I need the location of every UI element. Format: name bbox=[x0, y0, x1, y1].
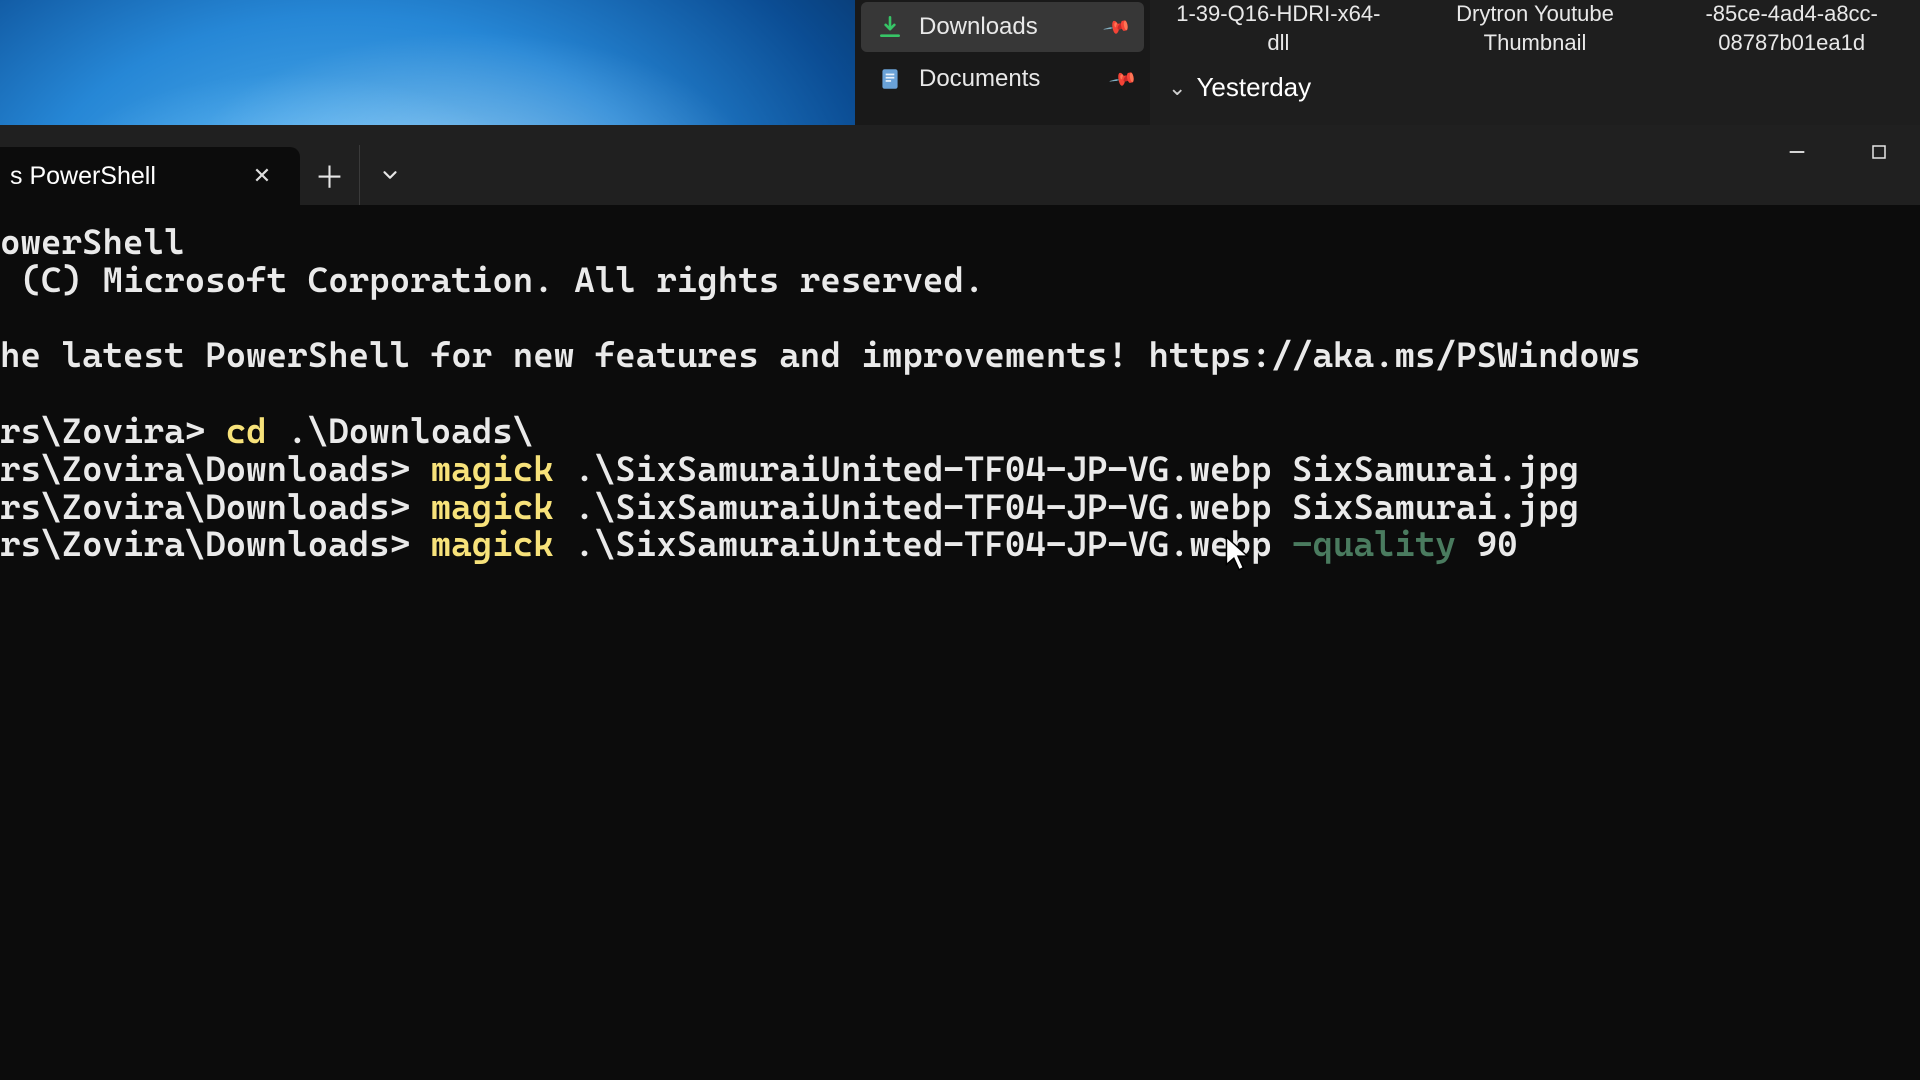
chevron-down-icon: ⌄ bbox=[1168, 75, 1186, 101]
document-icon bbox=[877, 66, 903, 92]
tab-title: s PowerShell bbox=[0, 162, 156, 191]
group-label: Yesterday bbox=[1196, 72, 1311, 103]
cmd-keyword: magick bbox=[431, 450, 554, 490]
file-item[interactable]: -85ce-4ad4-a8cc-08787b01ea1d bbox=[1683, 0, 1900, 57]
tab-dropdown-button[interactable] bbox=[360, 145, 420, 205]
cmd-line: rs\Zovira\Downloads> magick .\SixSamurai… bbox=[0, 490, 1920, 528]
sidebar-label-downloads: Downloads bbox=[919, 13, 1038, 41]
cmd-line: rs\Zovira\Downloads> magick .\SixSamurai… bbox=[0, 452, 1920, 490]
pin-icon[interactable]: 📌 bbox=[1108, 64, 1138, 94]
desktop-wallpaper bbox=[0, 0, 855, 125]
blank bbox=[0, 376, 1920, 414]
new-tab-button[interactable]: ＋ bbox=[300, 145, 360, 205]
pin-icon[interactable]: 📌 bbox=[1102, 12, 1132, 42]
sidebar-item-downloads[interactable]: Downloads 📌 bbox=[861, 2, 1144, 52]
cmd-line-active: rs\Zovira\Downloads> magick .\SixSamurai… bbox=[0, 527, 1920, 565]
terminal-tabbar: s PowerShell ✕ ＋ bbox=[0, 125, 1920, 205]
terminal-window: s PowerShell ✕ ＋ owerShell (C) Microsoft… bbox=[0, 125, 1920, 1080]
sidebar-item-documents[interactable]: Documents 📌 bbox=[855, 54, 1150, 104]
powershell-link[interactable]: https://aka.ms/PSWindows bbox=[1148, 336, 1640, 376]
minimize-button[interactable] bbox=[1756, 125, 1838, 179]
cmd-keyword: cd bbox=[226, 412, 267, 452]
tip-line: he latest PowerShell for new features an… bbox=[0, 338, 1920, 376]
sidebar-label-documents: Documents bbox=[919, 65, 1040, 93]
explorer-content[interactable]: 1-39-Q16-HDRI-x64-dll Drytron Youtube Th… bbox=[1150, 0, 1920, 125]
blank bbox=[0, 301, 1920, 339]
file-item[interactable]: Drytron Youtube Thumbnail bbox=[1427, 0, 1644, 57]
cmd-keyword: magick bbox=[431, 525, 554, 565]
chevron-down-icon bbox=[379, 164, 401, 186]
group-header-yesterday[interactable]: ⌄ Yesterday bbox=[1168, 72, 1311, 103]
banner-line: owerShell bbox=[0, 225, 1920, 263]
maximize-icon bbox=[1870, 143, 1888, 161]
minimize-icon bbox=[1786, 141, 1808, 163]
window-controls bbox=[1756, 125, 1920, 195]
cmd-keyword: magick bbox=[431, 488, 554, 528]
banner-line: (C) Microsoft Corporation. All rights re… bbox=[0, 263, 1920, 301]
explorer-sidebar: Downloads 📌 Documents 📌 bbox=[855, 0, 1150, 125]
cmd-line: rs\Zovira> cd .\Downloads\ bbox=[0, 414, 1920, 452]
file-item[interactable]: 1-39-Q16-HDRI-x64-dll bbox=[1170, 0, 1387, 57]
download-icon bbox=[877, 14, 903, 40]
file-row: 1-39-Q16-HDRI-x64-dll Drytron Youtube Th… bbox=[1150, 0, 1920, 57]
terminal-body[interactable]: owerShell (C) Microsoft Corporation. All… bbox=[0, 205, 1920, 565]
prediction-text: -quality bbox=[1292, 525, 1456, 565]
terminal-tab[interactable]: s PowerShell ✕ bbox=[0, 147, 300, 205]
maximize-button[interactable] bbox=[1838, 125, 1920, 179]
file-explorer-window: Downloads 📌 Documents 📌 1-39-Q16-HDRI-x6… bbox=[855, 0, 1920, 125]
close-tab-button[interactable]: ✕ bbox=[244, 158, 280, 194]
